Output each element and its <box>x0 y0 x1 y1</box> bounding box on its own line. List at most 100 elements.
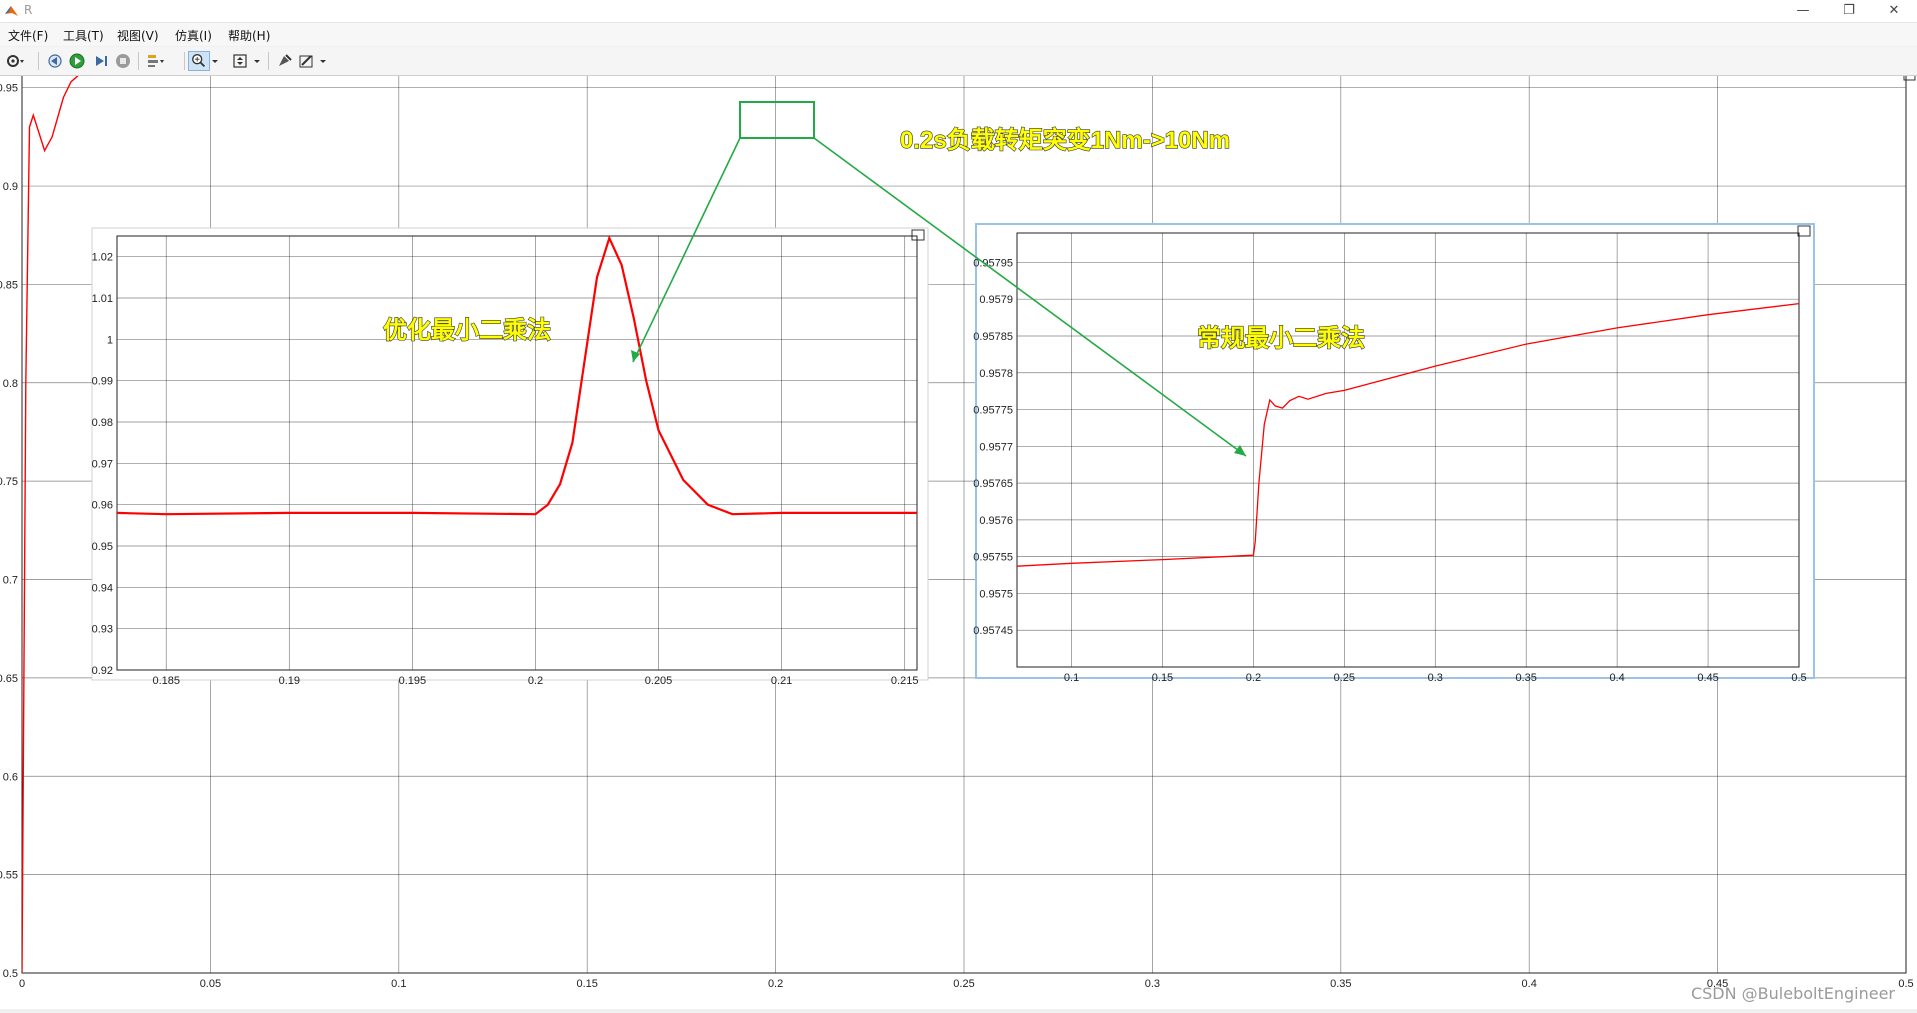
main-y-tick-label: 0.95 <box>0 83 18 95</box>
fit-button[interactable] <box>230 51 252 71</box>
left-y-tick-label: 0.99 <box>92 376 113 388</box>
matlab-logo-icon <box>5 6 18 16</box>
left-x-tick-label: 0.195 <box>399 675 427 687</box>
left-x-tick-label: 0.215 <box>891 675 919 687</box>
main-x-tick-label: 0.35 <box>1330 978 1351 990</box>
left-y-tick-label: 0.97 <box>92 458 113 470</box>
main-x-tick-label: 0.4 <box>1522 978 1537 990</box>
menu-help[interactable]: 帮助(H) <box>228 27 270 44</box>
main-x-tick-label: 0.1 <box>391 978 406 990</box>
right-x-tick-label: 0.1 <box>1064 672 1079 684</box>
left-y-tick-label: 0.95 <box>92 541 113 553</box>
inset-left-axes[interactable]: 0.185 0.19 0.195 0.2 0.205 0.21 0.215 0.92 0.93 0… <box>91 227 929 687</box>
main-y-tick-label: 0.6 <box>3 771 18 783</box>
step-forward-icon <box>96 56 107 66</box>
main-y-tick-label: 0.9 <box>3 181 18 193</box>
right-y-tick-label: 0.95765 <box>973 478 1013 490</box>
left-x-tick-label: 0.185 <box>152 675 180 687</box>
left-y-tick-label: 0.98 <box>92 417 113 429</box>
main-x-tick-label: 0.15 <box>576 978 597 990</box>
scope-plot-area: 0 0.05 0.1 0.15 0.2 0.25 0.3 0.35 0.4 0.45 0.5 0.5 0… <box>0 67 1917 1009</box>
annotation-right-label: 常规最小二乘法 <box>1197 325 1365 352</box>
menu-view[interactable]: 视图(V) <box>117 27 159 44</box>
left-x-tick-label: 0.205 <box>645 675 673 687</box>
right-y-tick-label: 0.9577 <box>979 441 1013 453</box>
chevron-down-icon <box>212 60 218 63</box>
right-expand-icon[interactable] <box>1797 225 1811 237</box>
toolbar <box>0 47 1917 76</box>
main-x-tick-label: 0.5 <box>1898 978 1913 990</box>
right-x-tick-label: 0.25 <box>1334 672 1355 684</box>
scope-chart: 0 0.05 0.1 0.15 0.2 0.25 0.3 0.35 0.4 0.45 0.5 0.5 0… <box>0 67 1917 1009</box>
right-x-tick-label: 0.35 <box>1515 672 1536 684</box>
left-inset-frame <box>91 227 929 681</box>
left-y-tick-label: 0.93 <box>92 624 113 636</box>
left-x-tick-label: 0.19 <box>279 675 300 687</box>
left-expand-icon[interactable] <box>911 229 925 241</box>
watermark: CSDN @BuleboltEngineer <box>1690 984 1895 1003</box>
run-button[interactable] <box>66 51 88 71</box>
main-x-tick-label: 0.2 <box>768 978 783 990</box>
inset-right-axes[interactable]: 0.1 0.15 0.2 0.25 0.3 0.35 0.4 0.45 0.5 0.95745 0.… <box>973 223 1815 684</box>
main-x-tick-label: 0.05 <box>200 978 221 990</box>
highlight-icon <box>148 55 164 67</box>
main-y-tick-label: 0.5 <box>3 968 18 980</box>
right-y-tick-label: 0.9575 <box>979 588 1013 600</box>
menu-file[interactable]: 文件(F) <box>8 27 48 44</box>
main-y-tick-label: 0.75 <box>0 476 18 488</box>
annotation-left-label: 优化最小二乘法 <box>383 316 551 344</box>
main-y-tick-label: 0.7 <box>3 575 18 587</box>
fit-icon <box>233 54 247 68</box>
close-button[interactable]: ✕ <box>1871 0 1917 22</box>
left-x-tick-label: 0.2 <box>528 675 543 687</box>
right-y-tick-label: 0.95755 <box>973 552 1013 564</box>
zoom-in-button[interactable] <box>188 51 210 71</box>
chevron-down-icon <box>320 60 326 63</box>
left-y-tick-label: 1.02 <box>92 252 113 264</box>
right-y-tick-label: 0.9576 <box>979 515 1013 527</box>
annotation-main: 0.2s负载转矩突变1Nm->10Nm <box>900 126 1230 154</box>
zoom-in-icon <box>192 54 206 68</box>
main-y-tick-label: 0.55 <box>0 870 18 882</box>
right-x-tick-label: 0.3 <box>1428 672 1443 684</box>
right-inset-frame <box>975 223 1815 679</box>
main-x-tick-label: 0 <box>19 978 25 990</box>
step-back-icon <box>48 54 62 68</box>
main-y-tick-label: 0.65 <box>0 673 18 685</box>
edit-button[interactable] <box>296 51 318 71</box>
edit-dropdown[interactable] <box>318 51 340 71</box>
main-y-tick-label: 0.85 <box>0 279 18 291</box>
main-x-tick-label: 0.25 <box>953 978 974 990</box>
step-forward-button[interactable] <box>90 51 112 71</box>
left-y-tick-label: 0.96 <box>92 500 113 512</box>
settings-icon <box>7 55 24 67</box>
right-x-tick-label: 0.5 <box>1791 672 1806 684</box>
restore-button[interactable]: ❐ <box>1826 0 1872 22</box>
highlight-button[interactable] <box>144 51 166 71</box>
left-y-tick-label: 1 <box>107 334 113 346</box>
fit-dropdown[interactable] <box>252 51 274 71</box>
window-title: R <box>24 3 33 17</box>
menu-simulation[interactable]: 仿真(I) <box>175 27 212 44</box>
right-y-tick-label: 0.95745 <box>973 625 1013 637</box>
right-x-tick-label: 0.45 <box>1697 672 1718 684</box>
right-y-tick-label: 0.9578 <box>979 368 1013 380</box>
left-x-tick-label: 0.21 <box>771 675 792 687</box>
chevron-down-icon <box>254 60 260 63</box>
style-button[interactable] <box>274 51 296 71</box>
step-back-button[interactable] <box>44 51 66 71</box>
zoom-dropdown[interactable] <box>210 51 232 71</box>
right-y-tick-label: 0.95775 <box>973 405 1013 417</box>
menu-tools[interactable]: 工具(T) <box>63 27 104 44</box>
main-x-tick-label: 0.3 <box>1145 978 1160 990</box>
minimize-button[interactable]: — <box>1780 0 1826 22</box>
window-titlebar: R — ❐ ✕ <box>0 0 1917 23</box>
left-y-tick-label: 0.92 <box>92 665 113 677</box>
left-y-tick-label: 0.94 <box>92 582 113 594</box>
settings-button[interactable] <box>4 51 26 71</box>
right-y-tick-label: 0.95785 <box>973 331 1013 343</box>
stop-button[interactable] <box>112 51 134 71</box>
right-x-tick-label: 0.15 <box>1152 672 1173 684</box>
right-x-tick-label: 0.4 <box>1609 672 1624 684</box>
run-icon <box>69 53 85 69</box>
